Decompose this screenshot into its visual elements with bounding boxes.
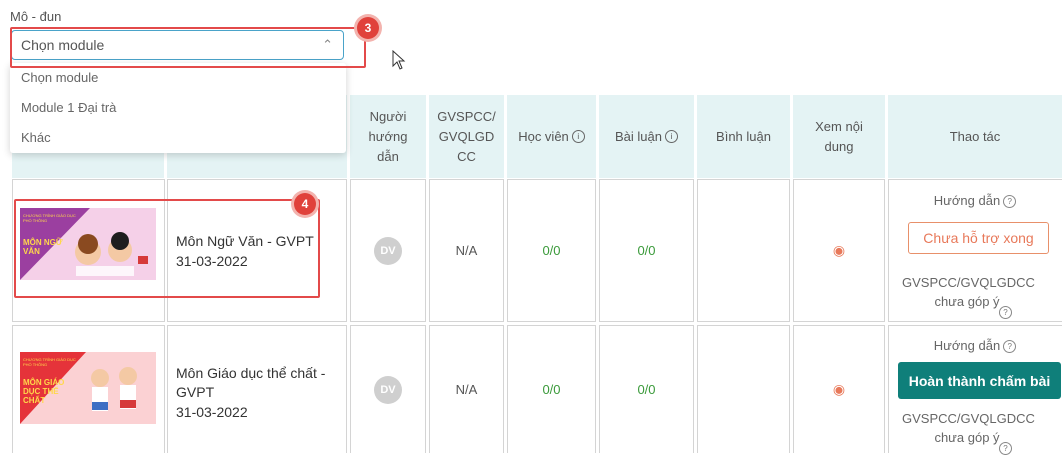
feedback-status-text: GVSPCC/GVQLGDCC chưa góp ý bbox=[902, 275, 1035, 309]
guide-action-text: Hướng dẫn bbox=[933, 193, 1001, 208]
course-title[interactable]: Môn Giáo dục thể chất - GVPT bbox=[176, 364, 341, 402]
course-date: 31-03-2022 bbox=[176, 404, 248, 420]
step-badge-3: 3 bbox=[357, 17, 379, 39]
students-cell: 0/0 bbox=[507, 325, 596, 453]
eye-icon[interactable]: ◉ bbox=[833, 242, 845, 259]
question-icon[interactable]: ? bbox=[999, 442, 1012, 455]
guide-cell: DV bbox=[350, 179, 426, 322]
header-comments: Bình luận bbox=[697, 95, 790, 178]
step-badge-4: 4 bbox=[294, 193, 316, 215]
header-gvspcc: GVSPCC/ GVQLGD CC bbox=[429, 95, 504, 178]
guide-action-label: Hướng dẫn? bbox=[889, 193, 1061, 209]
feedback-status-text: GVSPCC/GVQLGDCC chưa góp ý bbox=[902, 411, 1035, 445]
essays-cell: 0/0 bbox=[599, 179, 694, 322]
complete-grading-button[interactable]: Hoàn thành chấm bài bbox=[898, 362, 1061, 399]
gvspcc-cell: N/A bbox=[429, 179, 504, 322]
gvspcc-cell: N/A bbox=[429, 325, 504, 453]
feedback-status: GVSPCC/GVQLGDCC chưa góp ý? bbox=[889, 273, 1061, 320]
avatar: DV bbox=[374, 375, 402, 404]
table-row: CHƯƠNG TRÌNH GIÁO DỤC PHỔ THÔNG MÔN GIÁO… bbox=[12, 325, 165, 453]
eye-icon[interactable]: ◉ bbox=[833, 381, 845, 398]
header-essays-label: Bài luận bbox=[615, 128, 662, 144]
header-students-label: Học viên bbox=[518, 128, 569, 144]
info-icon[interactable]: i bbox=[664, 130, 678, 143]
actions-cell: Hướng dẫn? Hoàn thành chấm bài GVSPCC/GV… bbox=[888, 325, 1062, 455]
gvspcc-value: N/A bbox=[455, 243, 478, 258]
thumbnail-caption-small: CHƯƠNG TRÌNH GIÁO DỤC PHỔ THÔNG bbox=[23, 357, 76, 367]
header-actions: Thao tác bbox=[888, 95, 1062, 178]
header-view: Xem nội dung bbox=[793, 95, 885, 178]
question-icon[interactable]: ? bbox=[1003, 340, 1017, 354]
gvspcc-value: N/A bbox=[455, 382, 478, 397]
question-icon[interactable]: ? bbox=[1003, 195, 1017, 209]
info-icon[interactable]: i bbox=[571, 130, 585, 143]
actions-cell: Hướng dẫn? Chưa hỗ trợ xong GVSPCC/GVQLG… bbox=[888, 179, 1062, 322]
module-filter-label: Mô - đun bbox=[10, 9, 62, 24]
module-dropdown: Chọn module Module 1 Đại trà Khác bbox=[10, 63, 346, 153]
header-guide: Người hướng dẫn bbox=[350, 95, 426, 178]
header-essays: Bài luận i bbox=[599, 95, 694, 178]
avatar: DV bbox=[374, 236, 402, 265]
feedback-status: GVSPCC/GVQLGDCC chưa góp ý? bbox=[889, 409, 1061, 455]
students-count: 0/0 bbox=[542, 382, 561, 397]
view-cell: ◉ bbox=[793, 325, 885, 453]
view-cell: ◉ bbox=[793, 179, 885, 322]
dropdown-option[interactable]: Module 1 Đại trà bbox=[10, 93, 346, 123]
header-students: Học viên i bbox=[507, 95, 596, 178]
students-cell: 0/0 bbox=[507, 179, 596, 322]
essays-cell: 0/0 bbox=[599, 325, 694, 453]
not-supported-button[interactable]: Chưa hỗ trợ xong bbox=[908, 222, 1049, 254]
essays-count: 0/0 bbox=[637, 382, 656, 397]
thumbnail-caption: MÔN GIÁO DỤC THỂ CHẤT bbox=[23, 378, 65, 405]
comments-cell bbox=[697, 325, 790, 453]
guide-action-label: Hướng dẫn? bbox=[889, 338, 1061, 354]
callout-box-step-3 bbox=[10, 27, 366, 68]
comments-cell bbox=[697, 179, 790, 322]
guide-cell: DV bbox=[350, 325, 426, 453]
guide-action-text: Hướng dẫn bbox=[933, 338, 1001, 353]
students-count: 0/0 bbox=[542, 243, 561, 258]
dropdown-option[interactable]: Khác bbox=[10, 123, 346, 153]
mouse-cursor-icon bbox=[392, 50, 406, 70]
essays-count: 0/0 bbox=[637, 243, 656, 258]
callout-box-step-4 bbox=[14, 199, 320, 298]
course-info-cell: Môn Giáo dục thể chất - GVPT 31-03-2022 bbox=[167, 325, 347, 453]
question-icon[interactable]: ? bbox=[999, 306, 1012, 320]
